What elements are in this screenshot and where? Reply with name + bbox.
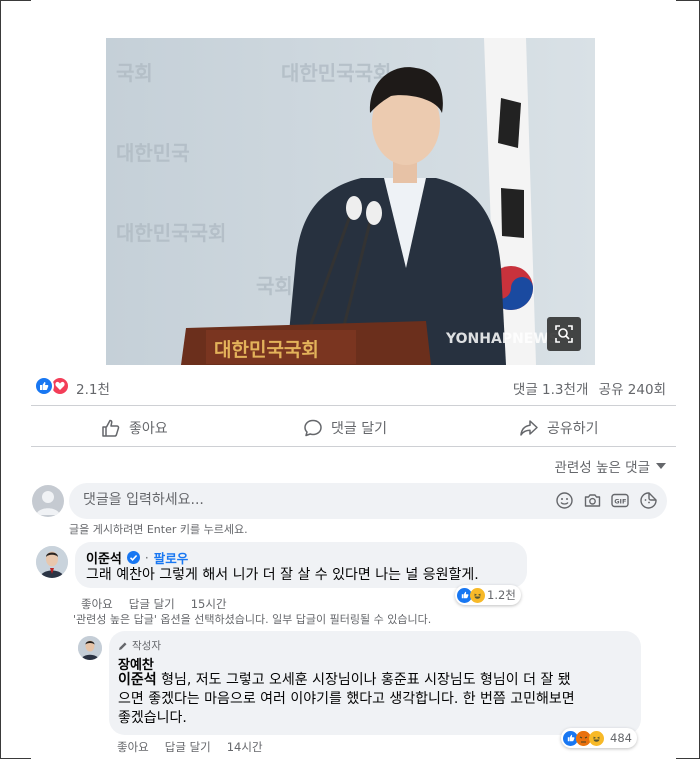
sort-label: 관련성 높은 댓글	[554, 460, 650, 476]
reaction-count: 1.2천	[487, 588, 516, 602]
comment-time[interactable]: 15시간	[191, 596, 227, 612]
post-container: 대한민국국회 국회 대한민국 대한민국국회 국회 대한민국국회 YONHAPNE…	[31, 0, 676, 759]
like-reaction-icon	[34, 376, 54, 396]
emoji-icon[interactable]	[555, 491, 573, 509]
dot-separator: ·	[144, 550, 149, 565]
reply-reaction-badge[interactable]: 484	[561, 728, 637, 748]
reply-text-line2: 으면 좋겠다는 마음으로 여러 이야기를 했다고 생각합니다. 한 번쯤 고민해…	[118, 691, 575, 707]
sticker-icon[interactable]	[639, 491, 657, 509]
podium-text: 대한민국국회	[214, 339, 319, 361]
like-button[interactable]: 좋아요	[101, 412, 168, 444]
svg-text:대한민국: 대한민국	[116, 141, 190, 165]
gif-icon[interactable]: GIF	[611, 491, 629, 509]
reply-bubble: 작성자 장예찬 이준석 형님, 저도 그렇고 오세훈 시장님이나 홍준표 시장님…	[109, 631, 641, 735]
author-badge-label: 작성자	[132, 640, 161, 652]
mention-link[interactable]: 이준석	[118, 672, 157, 688]
author-badge: 작성자	[118, 638, 161, 653]
comment-like-link[interactable]: 좋아요	[81, 596, 113, 612]
thumbs-up-icon	[102, 419, 120, 437]
watermark: YONHAPNEWS	[445, 331, 559, 347]
reply-text: 이준석 형님, 저도 그렇고 오세훈 시장님이나 홍준표 시장님도 형님이 더 …	[118, 671, 575, 728]
wall-text: 대한민국국회	[281, 61, 391, 85]
comment-icon	[304, 419, 322, 437]
divider	[31, 446, 676, 447]
reply-reply-link[interactable]: 답글 달기	[165, 739, 211, 755]
reply-like-link[interactable]: 좋아요	[117, 739, 149, 755]
pen-icon	[119, 642, 127, 650]
reply-actions: 좋아요 답글 달기 14시간	[117, 739, 263, 755]
composer-icons: GIF	[555, 491, 657, 509]
post-photo[interactable]: 대한민국국회 국회 대한민국 대한민국국회 국회 대한민국국회 YONHAPNE…	[106, 38, 595, 365]
post-stats: 2.1천 댓글 1.3천개 공유 240회	[31, 372, 676, 402]
reaction-count: 484	[610, 731, 632, 745]
filter-note: '관련성 높은 답글' 옵션을 선택하셨습니다. 일부 답글이 필터링될 수 있…	[73, 613, 432, 626]
comment-text: 그래 예찬아 그렇게 해서 니가 더 잘 살 수 있다면 나는 널 응원할게.	[86, 567, 479, 583]
comment-input[interactable]	[83, 492, 483, 508]
reaction-icons[interactable]	[34, 376, 72, 396]
share-button[interactable]: 공유하기	[519, 412, 599, 444]
follow-link[interactable]: 팔로우	[154, 548, 189, 567]
share-label: 공유하기	[547, 421, 599, 437]
post-actions: 좋아요 댓글 달기 공유하기	[31, 412, 676, 444]
svg-text:GIF: GIF	[614, 497, 626, 505]
divider	[31, 405, 676, 406]
share-icon	[520, 420, 538, 436]
caret-down-icon	[656, 463, 666, 469]
comment-reply-link[interactable]: 답글 달기	[129, 596, 175, 612]
comment-button[interactable]: 댓글 달기	[303, 412, 387, 444]
reply-text-line1: 형님, 저도 그렇고 오세훈 시장님이나 홍준표 시장님도 형님이 더 잘 됐	[156, 672, 571, 688]
camera-icon[interactable]	[583, 491, 601, 509]
reply-text-line3: 좋겠습니다.	[118, 710, 187, 726]
comment-bubble: 이준석 · 팔로우 그래 예찬아 그렇게 해서 니가 더 잘 살 수 있다면 나…	[75, 542, 527, 588]
comment-sort-dropdown[interactable]: 관련성 높은 댓글	[554, 456, 666, 476]
user-avatar[interactable]	[32, 485, 64, 517]
haha-reaction-icon	[470, 587, 485, 603]
reply-author-avatar[interactable]	[78, 636, 102, 660]
commenter-avatar[interactable]	[36, 546, 68, 578]
photo-illustration: 대한민국국회 국회 대한민국 대한민국국회 국회 대한민국국회 YONHAPNE…	[106, 38, 595, 365]
reply-time[interactable]: 14시간	[227, 739, 263, 755]
haha-reaction-icon	[589, 730, 604, 746]
svg-text:국회: 국회	[116, 61, 153, 85]
comment-reaction-badge[interactable]: 1.2천	[455, 585, 521, 605]
verified-badge-icon	[126, 551, 140, 564]
svg-text:국회: 국회	[256, 274, 293, 298]
comment-actions: 좋아요 답글 달기 15시간	[81, 596, 227, 612]
comment-label: 댓글 달기	[331, 421, 387, 437]
engagement-stats: 댓글 1.3천개 공유 240회	[507, 378, 666, 398]
comment-author[interactable]: 이준석	[86, 548, 122, 567]
zoom-icon[interactable]	[547, 317, 581, 351]
like-label: 좋아요	[129, 421, 168, 437]
comment-composer: GIF	[69, 483, 667, 519]
composer-hint: 글을 게시하려면 Enter 키를 누르세요.	[69, 523, 248, 536]
reaction-count[interactable]: 2.1천	[76, 378, 110, 398]
comment-count[interactable]: 댓글 1.3천개	[513, 382, 588, 398]
svg-text:대한민국국회: 대한민국국회	[116, 221, 226, 245]
share-count[interactable]: 공유 240회	[599, 382, 666, 398]
